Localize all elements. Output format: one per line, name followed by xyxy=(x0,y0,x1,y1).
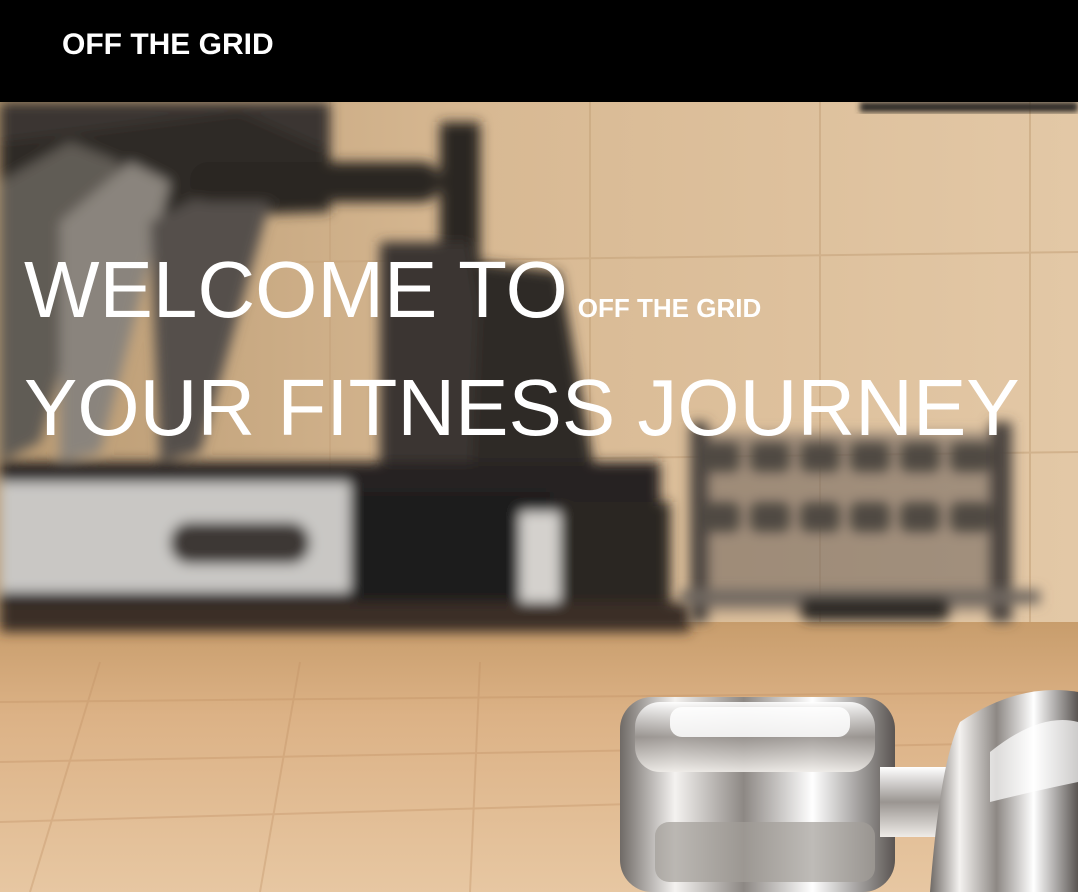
page: OFF THE GRID WELCOME TO OFF THE GRID YOU… xyxy=(0,0,1078,892)
hero-headline-line1: WELCOME TO OFF THE GRID xyxy=(24,242,761,356)
hero-headline-line2: YOUR FITNESS JOURNEY xyxy=(24,363,1020,452)
hero-background-image xyxy=(0,102,1078,892)
brand-logo-link[interactable]: OFF THE GRID xyxy=(62,27,274,63)
hero-brand-text: OFF THE GRID xyxy=(577,293,762,323)
hero-section: WELCOME TO OFF THE GRID YOUR FITNESS JOUR… xyxy=(0,102,1078,892)
hero-welcome-text: WELCOME TO xyxy=(24,245,568,334)
navbar: OFF THE GRID xyxy=(0,0,1078,102)
